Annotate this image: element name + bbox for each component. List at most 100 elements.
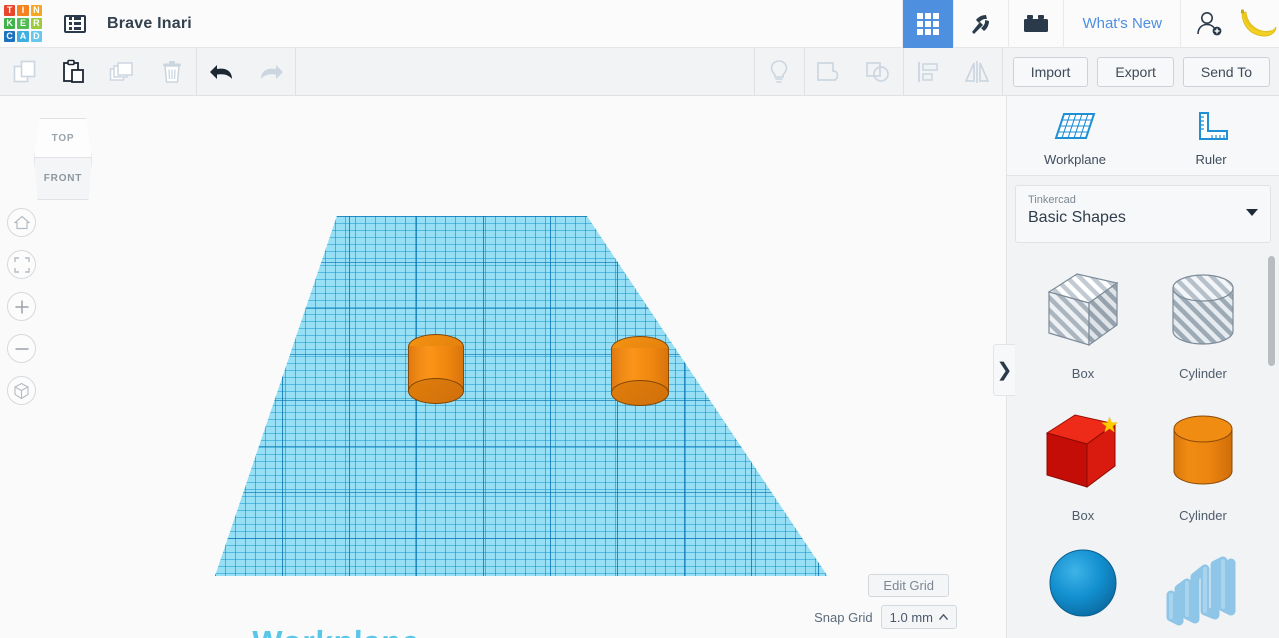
snap-grid-control: Snap Grid 1.0 mm — [814, 605, 957, 629]
workplane-grid-icon — [1054, 112, 1096, 139]
box-hole-icon — [1047, 273, 1119, 347]
duplicate-button[interactable] — [98, 48, 147, 96]
shape-box-hole[interactable]: Box — [1023, 265, 1143, 407]
workplane-tool[interactable]: Workplane — [1025, 111, 1125, 167]
send-to-button[interactable]: Send To — [1182, 56, 1270, 87]
projection-toggle-button[interactable] — [7, 376, 36, 405]
workplane-wrap: Workplane — [0, 96, 1006, 638]
shape-cylinder-hole[interactable]: Cylinder — [1143, 265, 1263, 407]
plus-icon — [15, 300, 28, 313]
nav-tinker-3d[interactable] — [902, 0, 954, 48]
project-menu-button[interactable] — [55, 0, 95, 48]
sphere-solid-thumb — [1039, 549, 1127, 638]
edit-tool-group — [0, 48, 196, 96]
cylinder-hole-thumb — [1159, 265, 1247, 360]
cylinder-solid-thumb — [1159, 407, 1247, 502]
notes-button[interactable] — [755, 48, 804, 96]
paste-icon — [62, 59, 84, 83]
edit-toolbar: Import Export Send To — [0, 47, 1279, 96]
cylinder-solid-icon — [1173, 415, 1233, 485]
copy-button[interactable] — [0, 48, 49, 96]
group-tool-group — [805, 48, 903, 96]
chevron-down-icon — [1246, 209, 1258, 216]
shape-grid: Box Cylinder ★ Box Cylinder — [1007, 251, 1279, 638]
delete-button[interactable] — [147, 48, 196, 96]
redo-button[interactable] — [246, 48, 295, 96]
mirror-button[interactable] — [953, 48, 1002, 96]
grid-9-icon — [917, 12, 940, 35]
shape-library-owner: Tinkercad — [1028, 194, 1076, 206]
nav-minecraft[interactable] — [953, 0, 1008, 48]
tinkercad-logo[interactable]: T I N K E R C A D — [1, 2, 45, 46]
cylinder-left-bottom — [408, 378, 464, 404]
box-solid-thumb: ★ — [1039, 407, 1127, 502]
favorite-star-icon: ★ — [1100, 414, 1119, 437]
shape-sphere-solid[interactable] — [1023, 549, 1143, 638]
shape-row-1: Box Cylinder — [1023, 265, 1264, 407]
zoom-in-button[interactable] — [7, 292, 36, 321]
view-cube-top-face[interactable]: TOP — [34, 118, 92, 158]
cylinder-right[interactable] — [611, 336, 669, 406]
add-person-icon — [1197, 11, 1222, 35]
import-button[interactable]: Import — [1012, 56, 1089, 87]
ungroup-shapes-icon — [866, 61, 890, 82]
lego-brick-icon — [1024, 14, 1049, 32]
logo-tile-e: E — [17, 17, 29, 30]
shape-cylinder-solid[interactable]: Cylinder — [1143, 407, 1263, 549]
avatar[interactable] — [1237, 2, 1279, 46]
cylinder-left[interactable] — [408, 334, 464, 404]
tinkercad-app: T I N K E R C A D Brave Inari What's New… — [0, 0, 1279, 638]
logo-tile-n: N — [30, 4, 42, 16]
list-menu-icon — [64, 14, 86, 33]
logo-tile-i: I — [17, 4, 29, 16]
group-button[interactable] — [805, 48, 854, 96]
shape-scribble[interactable] — [1143, 549, 1263, 638]
top-bar-right: What's New — [902, 0, 1279, 48]
shape-box-solid[interactable]: ★ Box — [1023, 407, 1143, 549]
whats-new-link[interactable]: What's New — [1063, 0, 1180, 48]
minus-icon — [15, 347, 28, 350]
export-button[interactable]: Export — [1097, 56, 1174, 87]
shape-panel-scrollbar[interactable] — [1268, 256, 1275, 366]
shape-cylinder-hole-label: Cylinder — [1179, 366, 1227, 381]
shape-box-solid-label: Box — [1071, 508, 1095, 523]
pickaxe-icon — [972, 14, 990, 34]
copy-icon — [13, 60, 35, 82]
fit-view-button[interactable] — [7, 250, 36, 279]
view-cube-front-face[interactable]: FRONT — [34, 158, 92, 200]
group-shapes-icon — [817, 61, 839, 81]
perspective-cube-icon — [14, 382, 29, 399]
ungroup-button[interactable] — [854, 48, 903, 96]
view-cube[interactable]: TOP FRONT — [25, 118, 101, 202]
scribble-icon — [1166, 556, 1236, 626]
logo-tile-d: D — [30, 31, 42, 43]
3d-canvas[interactable]: Workplane TOP FRONT — [0, 96, 1006, 638]
logo-tile-t: T — [4, 4, 16, 16]
right-panel: Workplane Ruler Tinkercad Basic Shapes B… — [1006, 96, 1279, 638]
edit-grid-button[interactable]: Edit Grid — [868, 574, 949, 597]
ruler-tool[interactable]: Ruler — [1161, 111, 1261, 167]
zoom-out-button[interactable] — [7, 334, 36, 363]
logo-tile-a: A — [17, 31, 29, 43]
align-button[interactable] — [904, 48, 953, 96]
paste-button[interactable] — [49, 48, 98, 96]
undo-arrow-icon — [209, 64, 232, 79]
invite-people-button[interactable] — [1180, 0, 1237, 48]
collapse-panel-button[interactable]: ❯ — [993, 344, 1015, 396]
shape-library-select[interactable]: Tinkercad Basic Shapes — [1015, 185, 1271, 243]
snap-grid-select[interactable]: 1.0 mm — [880, 605, 957, 629]
undo-button[interactable] — [197, 48, 246, 96]
home-view-button[interactable] — [7, 208, 36, 237]
top-bar: T I N K E R C A D Brave Inari What's New — [0, 0, 1279, 48]
workplane-major-grid — [215, 216, 828, 576]
trash-icon — [162, 60, 181, 83]
nav-blocks[interactable] — [1008, 0, 1063, 48]
sphere-icon — [1049, 549, 1117, 617]
mirror-flip-icon — [964, 60, 990, 83]
banana-avatar — [1241, 9, 1277, 36]
fit-frame-icon — [13, 256, 30, 273]
shape-cylinder-solid-label: Cylinder — [1179, 508, 1227, 523]
page-title[interactable]: Brave Inari — [107, 15, 192, 33]
scribble-thumb — [1159, 549, 1247, 638]
workplane-label: Workplane — [251, 624, 420, 638]
